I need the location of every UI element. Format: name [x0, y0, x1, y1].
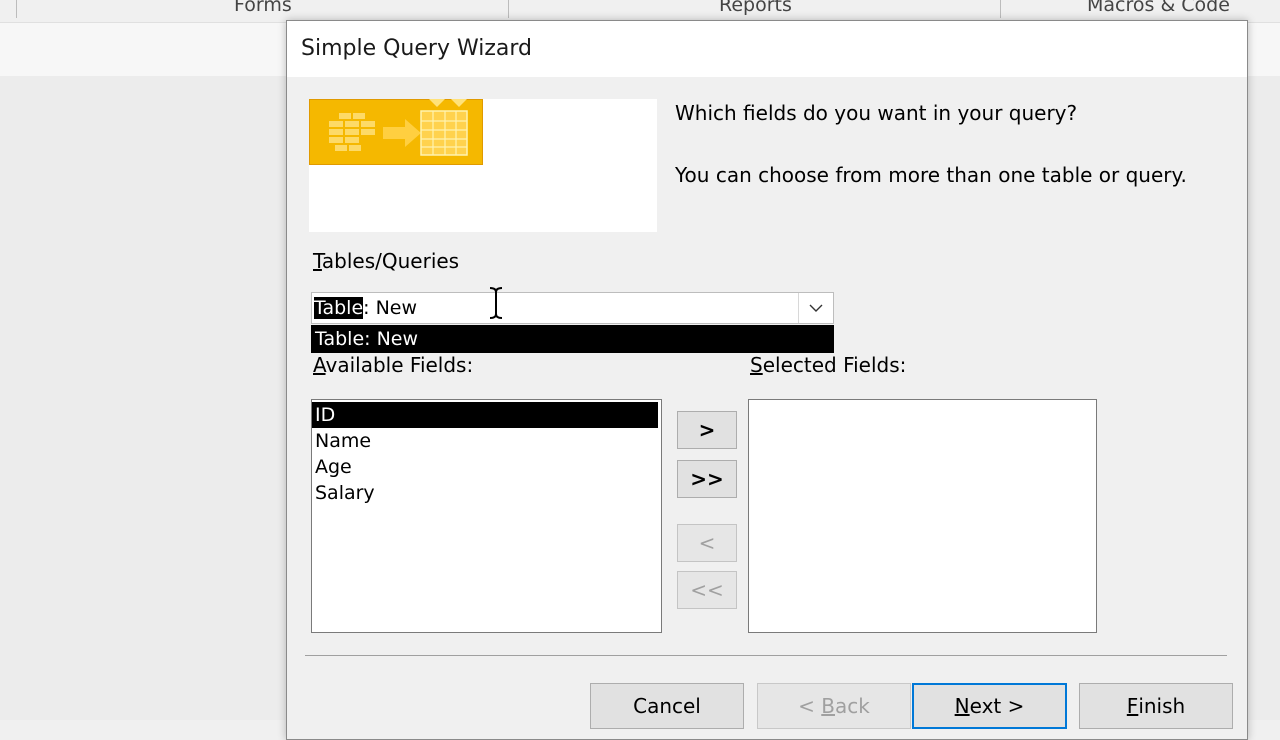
- ribbon-group-forms: Forms: [234, 0, 292, 16]
- field-item-id[interactable]: ID: [312, 402, 658, 428]
- field-item-age[interactable]: Age: [312, 454, 658, 480]
- dialog-titlebar[interactable]: Simple Query Wizard: [287, 21, 1247, 77]
- add-all-fields-button[interactable]: >>: [677, 460, 737, 498]
- ribbon-separator: [508, 0, 509, 18]
- ribbon-groups: Forms Reports Macros & Code: [0, 0, 1280, 22]
- remove-all-fields-button[interactable]: <<: [677, 571, 737, 609]
- available-fields-label: Available Fields:: [313, 353, 474, 377]
- text-cursor-icon: [489, 287, 503, 319]
- ribbon-separator: [1000, 0, 1001, 18]
- field-item-salary[interactable]: Salary: [312, 480, 658, 506]
- tables-queries-combobox[interactable]: Table: New: [311, 292, 834, 324]
- next-button[interactable]: Next >: [912, 683, 1067, 729]
- add-field-button[interactable]: >: [677, 411, 737, 449]
- available-fields-list[interactable]: ID Name Age Salary: [311, 399, 662, 633]
- selected-fields-label: Selected Fields:: [750, 353, 907, 377]
- selected-fields-list[interactable]: [748, 399, 1097, 633]
- workspace-background: [1248, 76, 1280, 720]
- tables-queries-label: Tables/Queries: [313, 249, 460, 273]
- combo-dropdown-button[interactable]: [798, 293, 833, 323]
- dialog-divider: [305, 655, 1227, 656]
- dropdown-option-table-new[interactable]: Table: New: [315, 328, 418, 350]
- ribbon-group-macros: Macros & Code: [1087, 0, 1230, 16]
- combo-value: Table: New: [314, 297, 418, 319]
- finish-button[interactable]: Finish: [1079, 683, 1233, 729]
- prompt-fields-text: Which fields do you want in your query?: [675, 101, 1078, 125]
- wizard-image-panel: [309, 99, 657, 232]
- ribbon-separator: [16, 0, 17, 18]
- tables-queries-dropdown: Table: New: [311, 325, 834, 353]
- ribbon-group-reports: Reports: [719, 0, 792, 16]
- remove-field-button[interactable]: <: [677, 524, 737, 562]
- chevron-down-icon: [809, 304, 823, 312]
- cancel-button[interactable]: Cancel: [590, 683, 744, 729]
- table-to-query-icon: [309, 99, 483, 165]
- navigation-pane: [0, 76, 287, 720]
- simple-query-wizard-dialog: Simple Query Wizard Which fields do you …: [286, 20, 1248, 740]
- back-button[interactable]: < Back: [757, 683, 911, 729]
- prompt-choose-text: You can choose from more than one table …: [675, 163, 1187, 187]
- dialog-title: Simple Query Wizard: [301, 36, 532, 61]
- field-item-name[interactable]: Name: [312, 428, 658, 454]
